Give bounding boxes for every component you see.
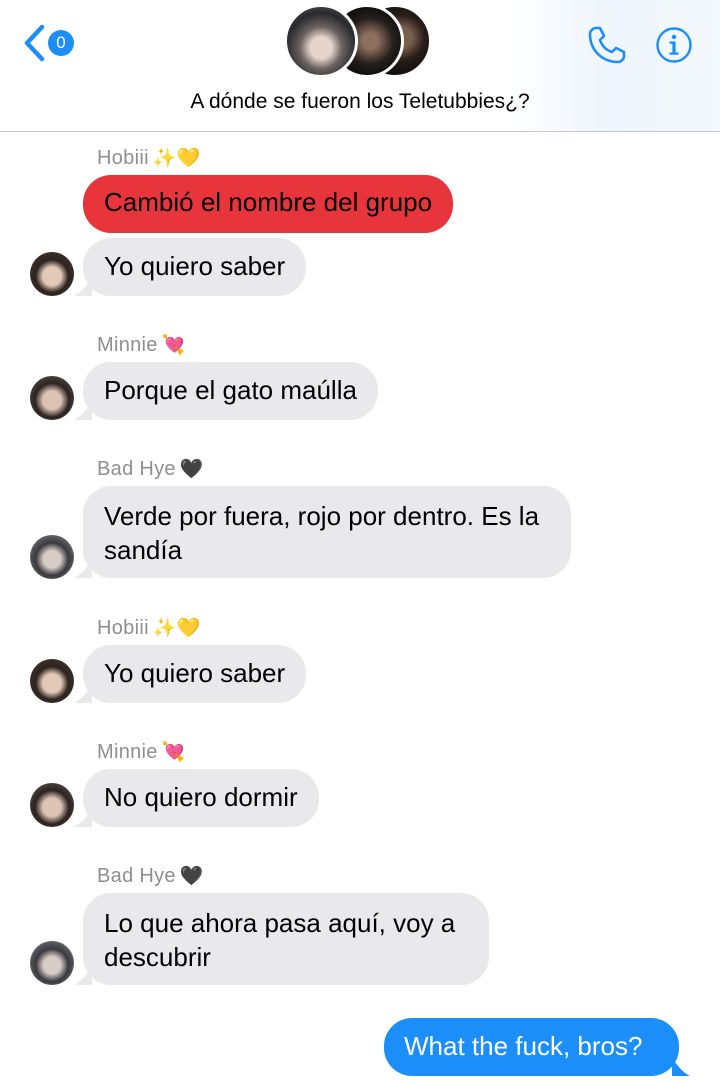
sender-name: Minnie 💘: [97, 333, 186, 357]
sender-name: Bad Hye 🖤: [97, 457, 204, 481]
bubble-tail: [74, 560, 92, 578]
message-bubble[interactable]: Porque el gato maúlla: [83, 362, 378, 420]
avatar[interactable]: [30, 535, 74, 579]
message-bubble[interactable]: No quiero dormir: [83, 769, 319, 827]
sender-name: Bad Hye 🖤: [97, 864, 204, 888]
avatar[interactable]: [30, 783, 74, 827]
bubble-tail: [74, 685, 92, 703]
sender-emoji: ✨💛: [152, 147, 201, 169]
message-bubble[interactable]: Cambió el nombre del grupo: [83, 175, 454, 233]
sender-name-text: Bad Hye: [97, 865, 176, 887]
chevron-left-icon: [24, 24, 45, 62]
sender-name-text: Bad Hye: [97, 458, 176, 480]
message-text-line: Lo que ahora pasa aquí, voy a: [104, 908, 456, 938]
outgoing-message-bubble[interactable]: What the fuck, bros?: [384, 1018, 679, 1076]
unread-count-badge: 0: [48, 30, 74, 56]
message-bubble[interactable]: Yo quiero saber: [83, 238, 307, 296]
group-name[interactable]: A dónde se fueron los Teletubbies¿?: [0, 90, 720, 114]
info-icon[interactable]: [655, 26, 693, 64]
back-button[interactable]: 0: [22, 24, 82, 62]
phone-icon[interactable]: [586, 24, 628, 66]
message-bubble[interactable]: Verde por fuera, rojo por dentro. Es la …: [83, 486, 571, 578]
bubble-tail: [672, 1058, 690, 1076]
avatar[interactable]: [30, 941, 74, 985]
bubble-tail: [74, 402, 92, 420]
message-bubble[interactable]: Yo quiero saber: [83, 645, 307, 703]
bubble-tail: [74, 967, 92, 985]
sender-emoji: ✨💛: [152, 617, 201, 639]
bubble-tail: [74, 809, 92, 827]
message-text-line: descubrir: [104, 942, 211, 972]
sender-emoji: 🖤: [179, 458, 204, 480]
sender-name-text: Minnie: [97, 741, 158, 763]
sender-emoji: 💘: [161, 334, 186, 356]
group-member-avatar: [284, 4, 358, 78]
sender-name-text: Minnie: [97, 334, 158, 356]
message-bubble[interactable]: Lo que ahora pasa aquí, voy a descubrir: [83, 893, 489, 985]
sender-name: Minnie 💘: [97, 740, 186, 764]
sender-emoji: 🖤: [179, 865, 204, 887]
sender-name: Hobiii ✨💛: [97, 146, 201, 170]
bubble-tail: [74, 278, 92, 296]
sender-emoji: 💘: [161, 741, 186, 763]
sender-name-text: Hobiii: [97, 617, 149, 639]
avatar[interactable]: [30, 376, 74, 420]
avatar[interactable]: [30, 659, 74, 703]
message-text-line: Verde por fuera, rojo por dentro. Es la: [104, 501, 540, 531]
sender-name-text: Hobiii: [97, 147, 149, 169]
chat-header: 0 A dónde se fueron los Teletubbies¿?: [0, 0, 720, 132]
message-text-line: sandía: [104, 535, 183, 565]
sender-name: Hobiii ✨💛: [97, 616, 201, 640]
group-avatars[interactable]: [284, 4, 436, 80]
avatar[interactable]: [30, 252, 74, 296]
